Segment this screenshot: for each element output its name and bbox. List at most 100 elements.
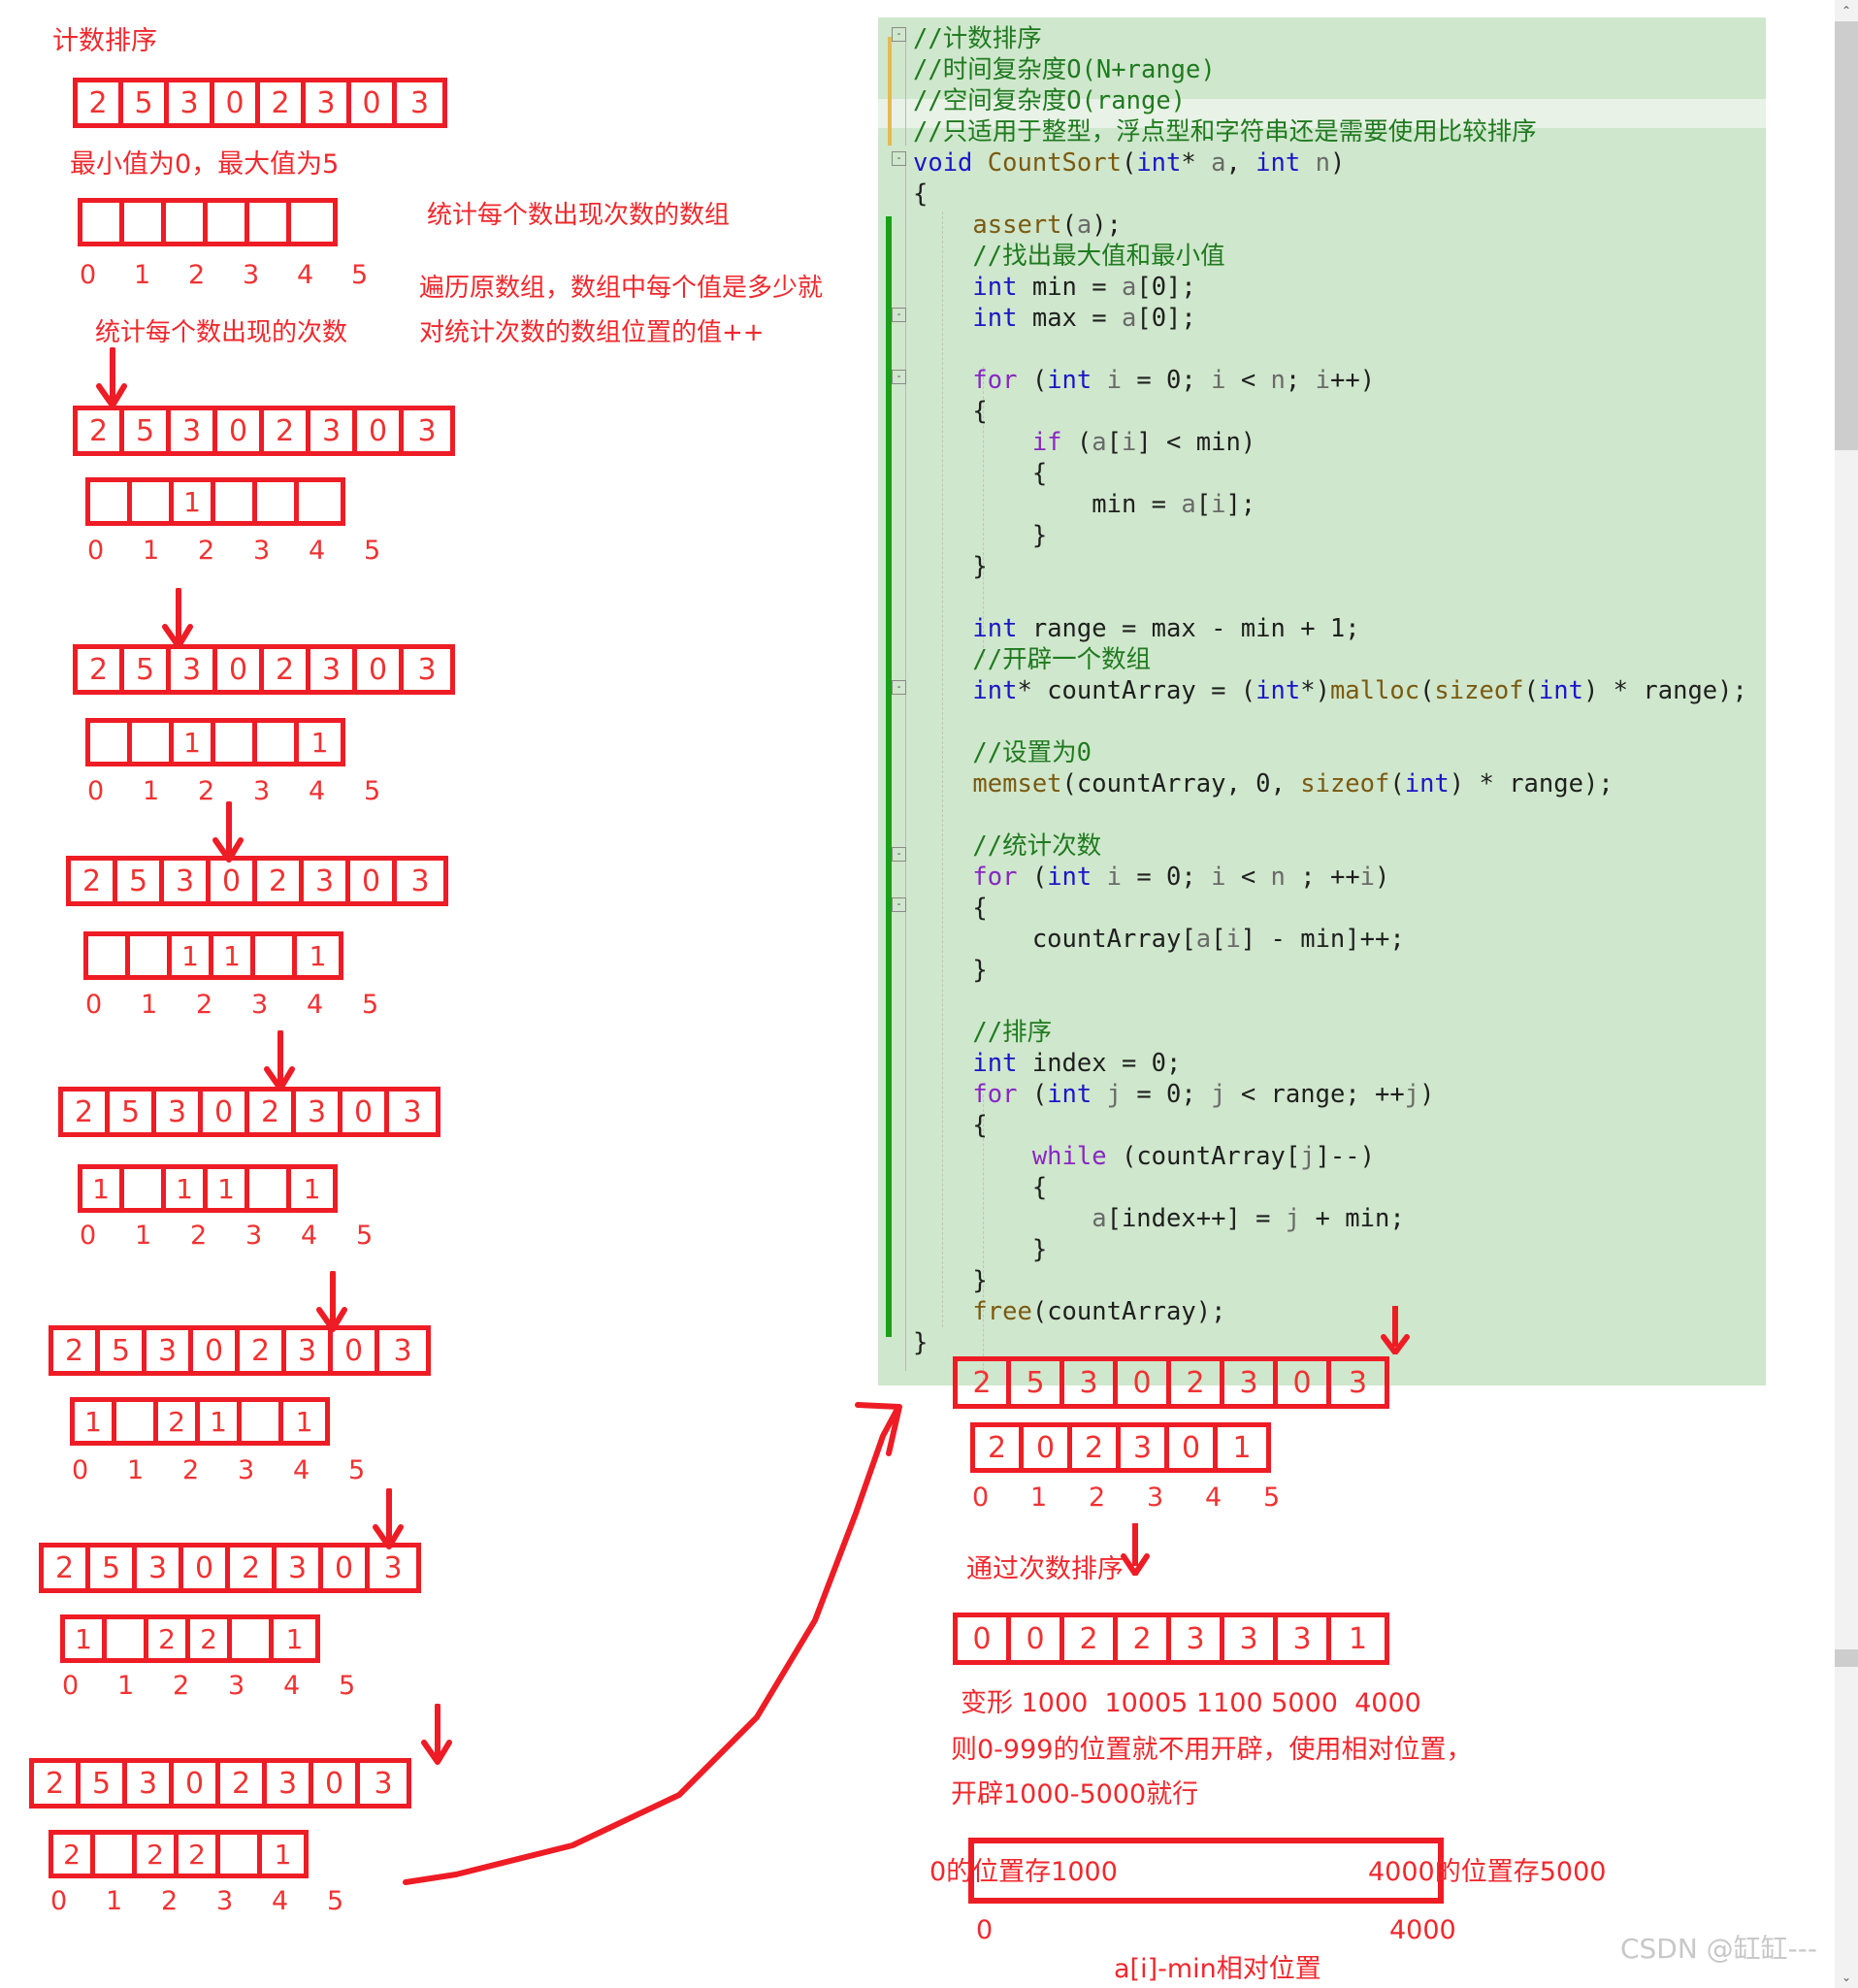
scrollbar-marker[interactable] (1835, 1649, 1858, 1667)
code-fold-gutter[interactable]: - - - - - - - (892, 17, 911, 1385)
code-line[interactable]: { (913, 179, 1747, 210)
fold-toggle-icon[interactable]: - (892, 27, 906, 42)
code-line[interactable]: //空间复杂度O(range) (913, 85, 1747, 116)
array-cell: 0 (217, 410, 264, 451)
code-line[interactable]: { (913, 396, 1747, 427)
code-line[interactable]: } (913, 520, 1747, 551)
code-line[interactable]: for (int i = 0; i < n; i++) (913, 365, 1747, 396)
code-line[interactable]: { (913, 1172, 1747, 1203)
array-cell: 3 (277, 1548, 323, 1588)
code-line[interactable]: //开辟一个数组 (913, 644, 1747, 675)
code-line[interactable]: //时间复杂度O(N+range) (913, 54, 1747, 85)
array-cell: 5 (123, 82, 169, 123)
code-line[interactable]: } (913, 551, 1747, 582)
code-line[interactable]: //设置为0 (913, 737, 1747, 768)
code-line[interactable]: int max = a[0]; (913, 303, 1747, 334)
fold-toggle-icon[interactable]: - (892, 151, 906, 166)
count-cell: 1 (82, 1169, 124, 1208)
index-label: 2 (188, 260, 206, 290)
scroll-up-arrow-icon[interactable]: ⌃ (1835, 0, 1858, 21)
vertical-scrollbar[interactable]: ⌃ ⌄ (1835, 0, 1858, 1988)
code-line[interactable]: while (countArray[j]--) (913, 1141, 1747, 1172)
code-line[interactable]: //统计次数 (913, 831, 1747, 862)
array-cell: 0 (1011, 1617, 1064, 1660)
code-line[interactable]: //找出最大值和最小值 (913, 241, 1747, 272)
scrollbar-thumb[interactable] (1835, 21, 1858, 450)
index-label: 5 (1263, 1483, 1281, 1513)
index-row: 0 1 2 3 4 5 (80, 1221, 411, 1251)
code-line[interactable]: assert(a); (913, 210, 1747, 241)
code-line[interactable]: a[index++] = j + min; (913, 1203, 1747, 1234)
code-line[interactable]: //只适用于整型，浮点型和字符串还是需要使用比较排序 (913, 116, 1747, 147)
code-line[interactable]: } (913, 1265, 1747, 1296)
array-cell: 2 (78, 410, 124, 451)
index-label: 4 (1205, 1483, 1222, 1513)
count-cell (90, 482, 132, 521)
array-cell: 0 (203, 1092, 249, 1132)
array-cell: 3 (1064, 1361, 1118, 1404)
code-line[interactable] (913, 799, 1747, 831)
code-line[interactable]: if (a[i] < min) (913, 427, 1747, 458)
code-line[interactable]: int min = a[0]; (913, 272, 1747, 303)
index-label: 0 (62, 1671, 80, 1701)
array-cell (291, 203, 333, 242)
array-cell: 3 (304, 861, 350, 901)
code-line[interactable] (913, 706, 1747, 737)
fold-toggle-icon[interactable]: - (892, 847, 906, 862)
code-line[interactable]: } (913, 1234, 1747, 1265)
code-line[interactable] (913, 334, 1747, 365)
index-label: 5 (364, 536, 381, 566)
code-line[interactable]: for (int i = 0; i < n ; ++i) (913, 862, 1747, 893)
code-line[interactable]: { (913, 1110, 1747, 1141)
array-cell: 2 (958, 1361, 1011, 1404)
code-text[interactable]: //计数排序//时间复杂度O(N+range)//空间复杂度O(range)//… (913, 23, 1747, 1358)
array-cell: 3 (164, 861, 211, 901)
code-line[interactable]: //排序 (913, 1017, 1747, 1048)
code-line[interactable]: int index = 0; (913, 1048, 1747, 1079)
code-line[interactable]: int* countArray = (int*)malloc(sizeof(in… (913, 675, 1746, 706)
code-line[interactable]: { (913, 893, 1747, 924)
array-cell: 3 (1224, 1361, 1278, 1404)
fold-toggle-icon[interactable]: - (892, 370, 906, 384)
index-label: 3 (238, 1455, 255, 1485)
code-line[interactable]: memset(countArray, 0, sizeof(int) * rang… (913, 768, 1747, 799)
count-cell (249, 1169, 291, 1208)
fold-toggle-icon[interactable]: - (892, 308, 906, 322)
code-line[interactable]: int range = max - min + 1; (913, 613, 1747, 644)
array-cell: 3 (410, 864, 430, 898)
code-line[interactable] (913, 582, 1747, 613)
index-row-0: 0 1 2 3 4 5 (80, 260, 406, 290)
code-line[interactable]: } (913, 1327, 1747, 1358)
array-cell: 5 (117, 861, 164, 901)
index-row-final: 0 1 2 3 4 5 (972, 1483, 1321, 1513)
index-label: 0 (80, 260, 97, 290)
code-line[interactable]: countArray[a[i] - min]++; (913, 924, 1747, 955)
variant-note-3: 开辟1000-5000就行 (951, 1779, 1199, 1809)
scroll-down-arrow-icon[interactable]: ⌄ (1835, 1967, 1858, 1988)
code-line[interactable] (913, 986, 1747, 1017)
index-label: 3 (253, 536, 271, 566)
array-cell: 5 (100, 1330, 147, 1371)
index-label: 2 (1089, 1483, 1106, 1513)
array-cell: 3 (1121, 1427, 1169, 1468)
count-cell (215, 482, 257, 521)
index-label: 3 (228, 1671, 245, 1701)
code-line[interactable]: for (int j = 0; j < range; ++j) (913, 1079, 1747, 1110)
code-line[interactable]: free(countArray); (913, 1296, 1747, 1327)
code-line[interactable]: void CountSort(int* a, int n) (913, 147, 1747, 179)
step-count-array: 1 22 1 (60, 1614, 320, 1663)
code-line[interactable]: min = a[i]; (913, 489, 1747, 520)
fold-toggle-icon[interactable]: - (892, 680, 906, 695)
array-cell: 0 (323, 1548, 370, 1588)
array-cell: 0 (211, 861, 257, 901)
fold-toggle-icon[interactable]: - (892, 897, 906, 912)
page-root: 计数排序 25302303 最小值为0，最大值为5 012345 统计每个数出现… (0, 0, 1858, 1988)
code-editor-panel[interactable]: - - - - - - - //计数排序//时间复杂度O(N+range)//空… (878, 17, 1766, 1385)
code-line[interactable]: { (913, 458, 1747, 489)
count-cell: 2 (190, 1619, 232, 1658)
code-line[interactable]: } (913, 955, 1747, 986)
step-source-array: 25302303 (49, 1325, 431, 1376)
left-heading: 计数排序 (52, 26, 157, 56)
code-line[interactable]: //计数排序 (913, 23, 1747, 54)
count-cell: 2 (179, 1835, 220, 1874)
